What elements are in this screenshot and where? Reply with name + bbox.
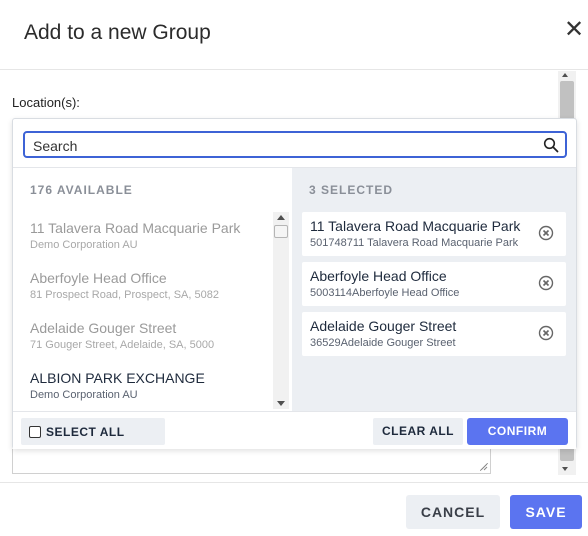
remove-icon[interactable]	[538, 325, 554, 341]
item-subtitle: 81 Prospect Road, Prospect, SA, 5082	[30, 289, 219, 301]
item-subtitle: Demo Corporation AU	[30, 389, 138, 401]
available-item[interactable]: 11 Talavera Road Macquarie Park Demo Cor…	[30, 220, 260, 260]
cancel-button[interactable]: CANCEL	[406, 495, 500, 529]
selected-item[interactable]: Adelaide Gouger Street 36529Adelaide Gou…	[302, 312, 566, 356]
item-name: Adelaide Gouger Street	[310, 318, 457, 334]
item-subtitle: 71 Gouger Street, Adelaide, SA, 5000	[30, 339, 215, 351]
item-name: ALBION PARK EXCHANGE	[30, 370, 205, 386]
select-all-button[interactable]: SELECT ALL	[21, 418, 165, 445]
available-header: 176 AVAILABLE	[30, 183, 133, 197]
scroll-down-icon[interactable]	[277, 401, 285, 406]
scroll-down-icon[interactable]	[562, 467, 568, 471]
available-panel: 176 AVAILABLE 11 Talavera Road Macquarie…	[13, 168, 291, 411]
item-name: Aberfoyle Head Office	[310, 268, 447, 284]
search-icon[interactable]	[543, 137, 559, 153]
location-label: Location(s):	[12, 95, 80, 110]
picker-footer: SELECT ALL CLEAR ALL CONFIRM	[13, 411, 576, 449]
selected-panel: 3 SELECTED 11 Talavera Road Macquarie Pa…	[292, 168, 576, 411]
select-all-label: SELECT ALL	[46, 425, 125, 439]
scroll-up-icon[interactable]	[562, 73, 568, 77]
remove-icon[interactable]	[538, 275, 554, 291]
scrollbar-thumb[interactable]	[274, 225, 288, 238]
search-input[interactable]	[33, 136, 533, 155]
item-name: Adelaide Gouger Street	[30, 320, 177, 336]
save-button[interactable]: SAVE	[510, 495, 582, 529]
dialog-header: Add to a new Group ✕	[0, 0, 588, 70]
selected-item[interactable]: Aberfoyle Head Office 5003114Aberfoyle H…	[302, 262, 566, 306]
available-item[interactable]: Adelaide Gouger Street 71 Gouger Street,…	[30, 320, 260, 360]
dialog-body: Location(s): 176 AVAILABLE 11 Talavera R…	[0, 71, 588, 482]
item-name: Aberfoyle Head Office	[30, 270, 167, 286]
selected-header: 3 SELECTED	[309, 183, 394, 197]
selected-item[interactable]: 11 Talavera Road Macquarie Park 50174871…	[302, 212, 566, 256]
confirm-button[interactable]: CONFIRM	[467, 418, 568, 445]
location-picker: 176 AVAILABLE 11 Talavera Road Macquarie…	[12, 118, 577, 449]
remove-icon[interactable]	[538, 225, 554, 241]
item-name: 11 Talavera Road Macquarie Park	[30, 220, 241, 236]
search-box[interactable]	[23, 131, 567, 158]
item-subtitle: 5003114Aberfoyle Head Office	[310, 287, 460, 299]
close-button[interactable]: ✕	[562, 18, 586, 42]
available-item[interactable]: Aberfoyle Head Office 81 Prospect Road, …	[30, 270, 260, 310]
scroll-up-icon[interactable]	[277, 215, 285, 220]
available-item[interactable]: ALBION PARK EXCHANGE Demo Corporation AU	[30, 370, 260, 410]
dialog-title: Add to a new Group	[24, 21, 211, 44]
select-all-checkbox[interactable]	[29, 426, 41, 438]
item-subtitle: 36529Adelaide Gouger Street	[310, 337, 456, 349]
item-subtitle: 501748711 Talavera Road Macquarie Park	[310, 237, 519, 249]
dialog-footer: CANCEL SAVE	[0, 482, 588, 536]
item-name: 11 Talavera Road Macquarie Park	[310, 218, 521, 234]
close-icon: ✕	[563, 16, 585, 43]
available-scrollbar[interactable]	[273, 212, 289, 409]
clear-all-button[interactable]: CLEAR ALL	[373, 418, 463, 445]
item-subtitle: Demo Corporation AU	[30, 239, 138, 251]
resize-handle-icon[interactable]	[480, 463, 488, 471]
locations-textarea[interactable]	[12, 449, 491, 474]
